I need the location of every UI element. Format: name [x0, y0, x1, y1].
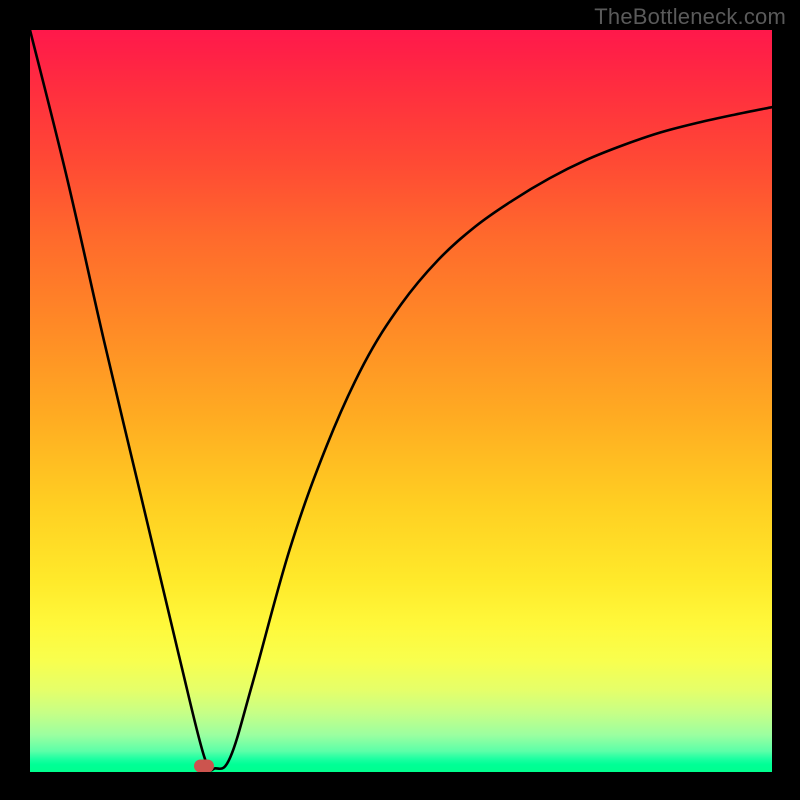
watermark-text: TheBottleneck.com [594, 4, 786, 30]
bottleneck-curve [30, 30, 772, 772]
plot-area [30, 30, 772, 772]
optimum-marker [194, 760, 214, 772]
chart-frame: TheBottleneck.com [0, 0, 800, 800]
